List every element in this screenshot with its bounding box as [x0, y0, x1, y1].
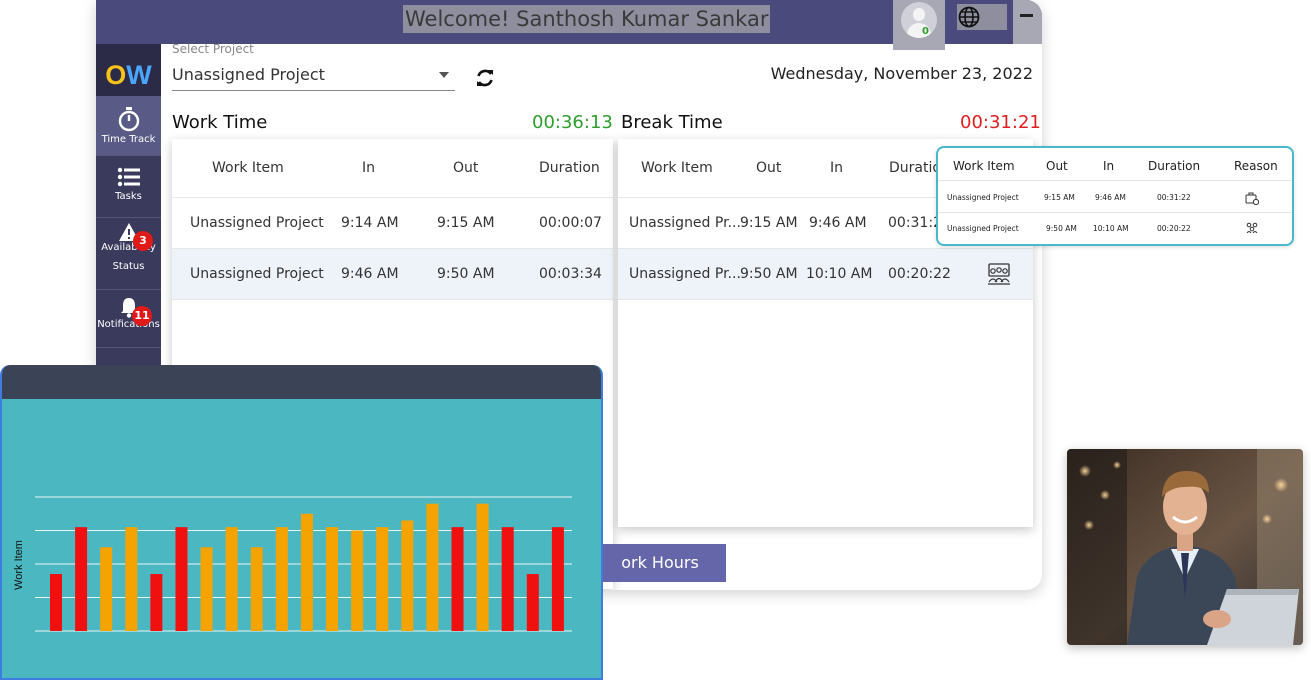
chevron-down-icon[interactable]	[439, 72, 449, 78]
chart-bar	[551, 527, 564, 631]
chart-bar	[125, 527, 138, 631]
project-select[interactable]: Unassigned Project	[172, 65, 325, 84]
user-photo	[1067, 449, 1303, 645]
chart-bar	[426, 503, 439, 631]
column-header: Duratio	[889, 160, 941, 176]
column-header: Out	[756, 160, 782, 176]
column-header: Work Item	[641, 160, 713, 176]
chart-bar	[326, 527, 339, 631]
sidebar-item-sublabel: Status	[112, 261, 145, 272]
avatar-status-badge: 0	[922, 26, 929, 37]
briefcase-clock-icon	[1245, 192, 1259, 205]
current-date: Wednesday, November 23, 2022	[770, 64, 1033, 83]
chart-bar	[75, 527, 88, 631]
chart-window-header	[2, 365, 601, 399]
work-time-title: Work Time	[172, 112, 268, 133]
meeting-icon	[988, 263, 1010, 285]
globe-icon	[958, 6, 980, 28]
table-row[interactable]: Unassigned Project 9:14 AM 9:15 AM 00:00…	[172, 198, 613, 249]
user-avatar-button[interactable]: 0	[893, 0, 945, 50]
chart-bar	[175, 527, 188, 631]
chart-bar	[200, 547, 213, 631]
work-hours-button[interactable]: ork Hours	[594, 544, 726, 582]
refresh-icon[interactable]	[475, 68, 495, 88]
availability-badge: 3	[133, 231, 153, 251]
sidebar-item-notifications[interactable]: Notifications 11	[96, 290, 161, 348]
column-header: Out	[453, 160, 479, 176]
table-row[interactable]: Unassigned Project 9:46 AM 9:50 AM 00:03…	[172, 249, 613, 300]
avatar	[901, 2, 937, 38]
welcome-message: Welcome! Santhosh Kumar Sankar	[403, 5, 771, 33]
chart-bar	[50, 574, 62, 631]
notifications-badge: 11	[132, 306, 152, 326]
chart-bar	[501, 527, 514, 631]
chart-bar	[275, 527, 288, 631]
chart-bar	[100, 547, 113, 631]
chart-bar	[476, 503, 489, 631]
column-header: In	[362, 160, 376, 176]
break-timer: 00:31:21	[960, 112, 1041, 133]
app-logo: OW	[96, 44, 161, 96]
chart-bar	[451, 527, 464, 631]
sidebar-item-label: Notifications	[97, 319, 160, 330]
work-bar-chart: Work Item	[13, 496, 572, 632]
table-row[interactable]: Unassigned Project 9:50 AM 10:10 AM 00:2…	[938, 213, 1292, 244]
chart-bar	[150, 574, 163, 631]
sidebar-item-label: Time Track	[101, 134, 156, 145]
table-row[interactable]: Unassigned Pr... 9:50 AM 10:10 AM 00:20:…	[618, 249, 1033, 300]
sidebar-item-label: Tasks	[115, 191, 142, 202]
column-header: In	[830, 160, 844, 176]
chart-bar	[225, 527, 238, 631]
stopwatch-icon	[118, 107, 139, 132]
language-button[interactable]	[957, 4, 1007, 30]
sidebar-item-time-track[interactable]: Time Track	[96, 96, 161, 156]
minus-icon	[1020, 14, 1033, 17]
table-header: Work Item In Out Duration	[172, 139, 613, 198]
chart-bar	[250, 547, 263, 631]
list-icon	[117, 167, 140, 187]
table-header: Work Item Out In Duration Reason	[938, 148, 1292, 181]
column-header: Work Item	[212, 160, 284, 176]
sidebar-item-tasks[interactable]: Tasks	[96, 156, 161, 218]
table-row[interactable]: Unassigned Project 9:15 AM 9:46 AM 00:31…	[938, 182, 1292, 213]
chart-bar	[300, 513, 313, 631]
sidebar-item-availability[interactable]: Availability Status 3	[96, 218, 161, 290]
column-header: Duration	[539, 160, 600, 176]
chart-bar	[526, 574, 539, 631]
break-time-title: Break Time	[621, 112, 723, 133]
work-timer: 00:36:13	[532, 112, 613, 133]
chart-bar	[376, 527, 389, 631]
work-chart-window: Work Item	[0, 365, 603, 680]
top-bar: Welcome! Santhosh Kumar Sankar 0	[96, 0, 1042, 50]
meeting-icon	[1246, 222, 1258, 234]
minimize-button[interactable]	[1013, 0, 1042, 44]
project-select-label: Select Project	[172, 42, 254, 56]
chart-bar	[351, 530, 364, 631]
y-axis-label: Work Item	[13, 540, 25, 590]
break-reason-table: Work Item Out In Duration Reason Unassig…	[936, 146, 1294, 246]
chart-bar	[401, 520, 414, 631]
